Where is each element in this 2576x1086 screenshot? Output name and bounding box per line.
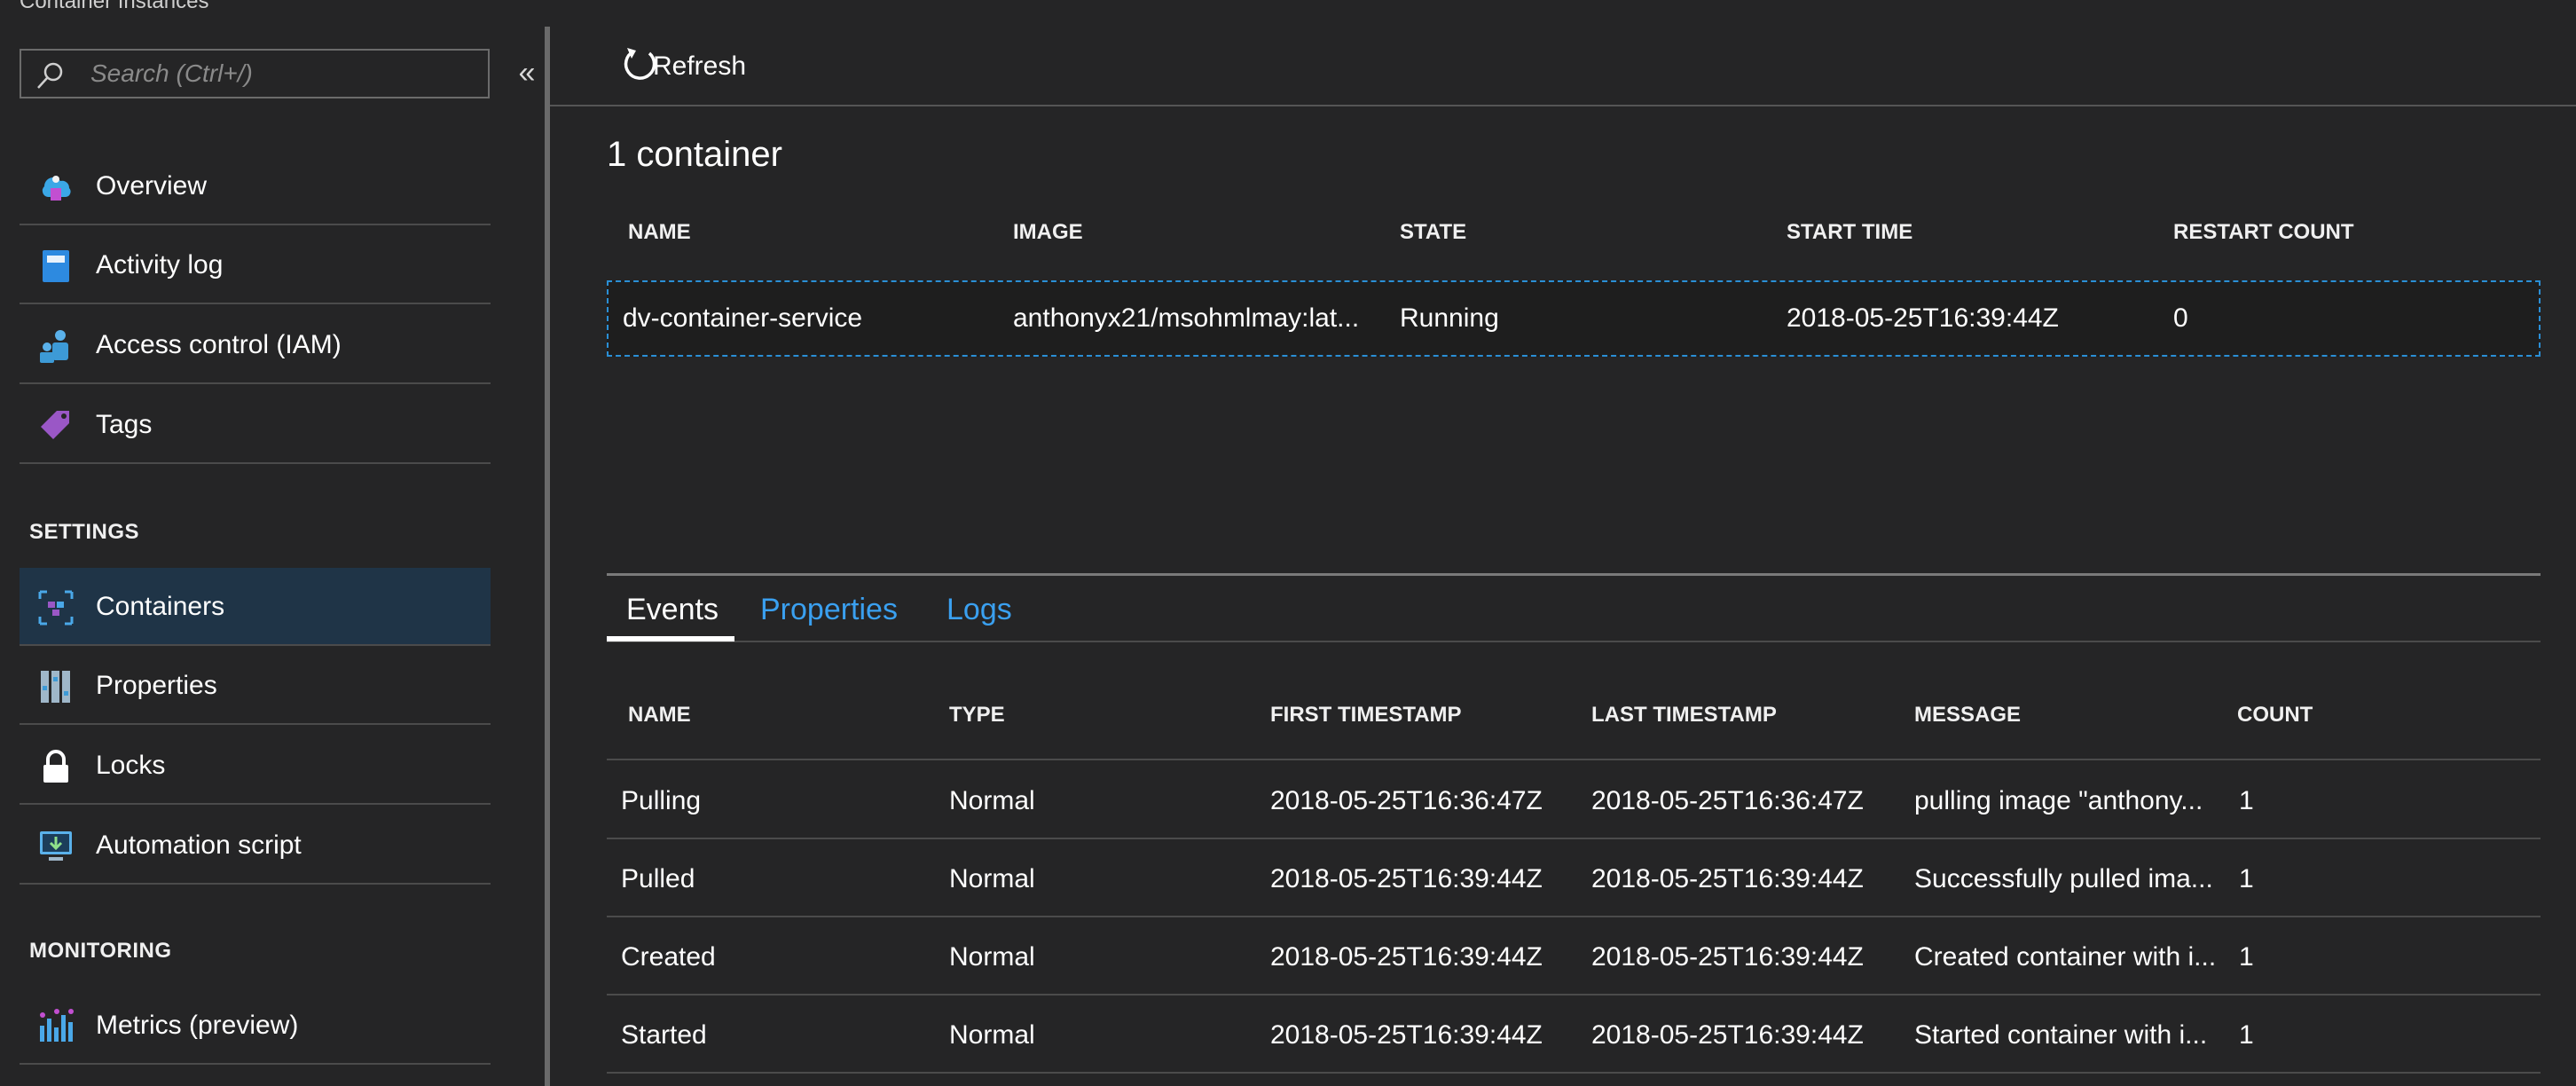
search-input[interactable] — [90, 51, 481, 97]
event-name-cell: Pulled — [621, 864, 695, 893]
sidebar-item-label: Access control (IAM) — [96, 330, 342, 359]
event-count-cell: 1 — [2239, 786, 2254, 815]
column-header-count[interactable]: COUNT — [2237, 703, 2313, 728]
metrics-icon — [40, 1009, 74, 1042]
properties-icon — [41, 671, 70, 703]
monitoring-section-header: MONITORING — [29, 939, 172, 963]
row-divider — [607, 1072, 2541, 1074]
container-image-cell: anthonyx21/msohmlmay:lat... — [1013, 303, 1360, 333]
event-message-cell: Created container with i... — [1914, 942, 2217, 972]
iam-icon — [40, 330, 68, 363]
container-restart-count-cell: 0 — [2173, 303, 2188, 333]
main-content: Refresh 1 container NAME IMAGE STATE STA… — [550, 0, 2576, 1086]
event-message-cell: pulling image "anthony... — [1914, 786, 2203, 815]
sidebar-item-access-control[interactable]: Access control (IAM) — [20, 306, 491, 384]
column-header-type[interactable]: TYPE — [949, 703, 1005, 728]
settings-section-header: SETTINGS — [29, 520, 140, 544]
sidebar-item-overview[interactable]: Overview — [20, 147, 491, 225]
sidebar-item-label: Activity log — [96, 250, 224, 279]
event-count-cell: 1 — [2239, 1020, 2254, 1050]
lock-icon — [43, 750, 68, 783]
tab-properties[interactable]: Properties — [760, 593, 898, 627]
event-first-timestamp-cell: 2018-05-25T16:39:44Z — [1270, 942, 1543, 972]
containers-icon — [38, 590, 74, 626]
sidebar-item-label: Containers — [96, 592, 225, 621]
event-type-cell: Normal — [949, 1020, 1035, 1050]
event-last-timestamp-cell: 2018-05-25T16:39:44Z — [1591, 1020, 1864, 1050]
table-row[interactable]: dv-container-service anthonyx21/msohmlma… — [607, 280, 2541, 357]
row-divider — [607, 838, 2541, 839]
blade-title: Container Instances — [20, 0, 209, 13]
column-header-last-timestamp[interactable]: LAST TIMESTAMP — [1591, 703, 1777, 728]
row-divider — [607, 759, 2541, 760]
sidebar-item-metrics[interactable]: Metrics (preview) — [20, 987, 491, 1065]
sidebar-item-locks[interactable]: Locks — [20, 727, 491, 805]
sidebar-item-label: Properties — [96, 671, 217, 700]
column-header-first-timestamp[interactable]: FIRST TIMESTAMP — [1270, 703, 1462, 728]
sidebar-item-properties[interactable]: Properties — [20, 647, 491, 725]
sidebar-item-activity-log[interactable]: Activity log — [20, 226, 491, 304]
search-box[interactable] — [20, 49, 490, 98]
automation-script-icon — [40, 831, 72, 861]
column-header-start-time[interactable]: START TIME — [1787, 220, 1912, 245]
container-start-time-cell: 2018-05-25T16:39:44Z — [1787, 303, 2059, 333]
column-header-name[interactable]: NAME — [628, 220, 691, 245]
tag-icon — [41, 411, 69, 439]
tabs-separator — [607, 573, 2541, 576]
sidebar-item-label: Automation script — [96, 830, 302, 860]
event-count-cell: 1 — [2239, 942, 2254, 972]
toolbar: Refresh — [550, 0, 2576, 106]
column-header-name[interactable]: NAME — [628, 703, 691, 728]
overview-icon — [42, 176, 71, 201]
tab-logs[interactable]: Logs — [946, 593, 1012, 627]
event-message-cell: Successfully pulled ima... — [1914, 864, 2213, 893]
active-tab-indicator — [607, 636, 734, 641]
search-icon — [37, 62, 63, 89]
refresh-label: Refresh — [653, 51, 747, 81]
container-name-cell: dv-container-service — [623, 303, 863, 333]
sidebar: Container Instances « Overview Activity … — [0, 0, 545, 1086]
sidebar-item-automation-script[interactable]: Automation script — [20, 807, 491, 885]
event-name-cell: Created — [621, 942, 716, 972]
event-name-cell: Pulling — [621, 786, 702, 815]
event-message-cell: Started container with i... — [1914, 1020, 2208, 1050]
tab-events[interactable]: Events — [626, 593, 719, 627]
container-count: 1 container — [607, 135, 782, 174]
sidebar-item-tags[interactable]: Tags — [20, 386, 491, 464]
event-first-timestamp-cell: 2018-05-25T16:39:44Z — [1270, 864, 1543, 893]
sidebar-item-label: Overview — [96, 171, 208, 201]
sidebar-item-label: Locks — [96, 751, 166, 780]
event-first-timestamp-cell: 2018-05-25T16:39:44Z — [1270, 1020, 1543, 1050]
event-first-timestamp-cell: 2018-05-25T16:36:47Z — [1270, 786, 1543, 815]
event-last-timestamp-cell: 2018-05-25T16:36:47Z — [1591, 786, 1864, 815]
event-name-cell: Started — [621, 1020, 707, 1050]
column-header-image[interactable]: IMAGE — [1013, 220, 1083, 245]
row-divider — [607, 916, 2541, 917]
activity-log-icon — [43, 250, 69, 282]
sidebar-item-containers[interactable]: Containers — [20, 568, 491, 646]
sidebar-item-label: Metrics (preview) — [96, 1011, 299, 1040]
collapse-sidebar-button[interactable]: « — [513, 55, 541, 90]
column-header-restart-count[interactable]: RESTART COUNT — [2173, 220, 2354, 245]
column-header-message[interactable]: MESSAGE — [1914, 703, 2021, 728]
container-state-cell: Running — [1400, 303, 1499, 333]
event-last-timestamp-cell: 2018-05-25T16:39:44Z — [1591, 942, 1864, 972]
event-count-cell: 1 — [2239, 864, 2254, 893]
sidebar-item-label: Tags — [96, 410, 153, 439]
event-type-cell: Normal — [949, 864, 1035, 893]
row-divider — [607, 994, 2541, 996]
tabs-baseline — [607, 641, 2541, 642]
event-type-cell: Normal — [949, 942, 1035, 972]
event-type-cell: Normal — [949, 786, 1035, 815]
column-header-state[interactable]: STATE — [1400, 220, 1466, 245]
event-last-timestamp-cell: 2018-05-25T16:39:44Z — [1591, 864, 1864, 893]
